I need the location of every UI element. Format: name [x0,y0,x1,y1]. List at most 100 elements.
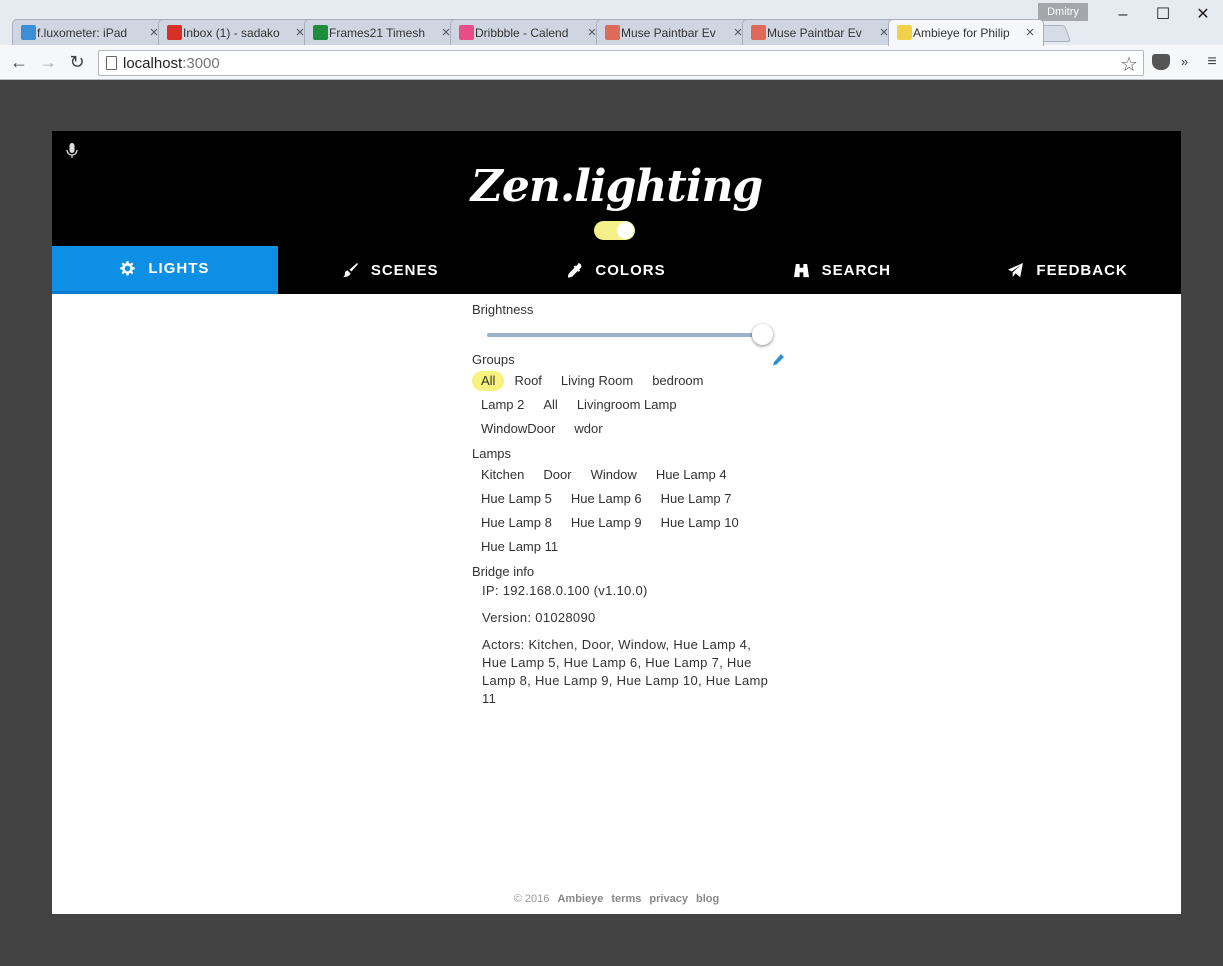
dribbble-icon [459,25,474,40]
minimize-icon[interactable]: – [1103,4,1143,26]
tab-colors-label: COLORS [595,261,666,279]
lamp-chip[interactable]: Door [534,465,580,485]
tab-feedback-label: FEEDBACK [1036,261,1128,279]
brush-icon [342,262,358,277]
brightness-slider[interactable] [487,323,773,347]
app-logo: Zen.lighting [470,161,763,212]
extensions-overflow-icon[interactable]: » [1181,51,1188,73]
flux-icon [21,25,36,40]
bookmark-star-icon[interactable]: ☆ [1120,52,1138,77]
address-bar[interactable]: localhost:3000 ☆ [98,50,1144,76]
tab-search[interactable]: SEARCH [729,246,955,294]
tab-title: Muse Paintbar Ev [621,25,716,40]
tab-title: Frames21 Timesh [329,25,426,40]
app-container: Zen.lighting LIGHTS SCENES COLORS SEARCH… [52,131,1181,914]
tab-feedback[interactable]: FEEDBACK [955,246,1181,294]
forward-icon[interactable]: → [36,51,60,73]
group-chip[interactable]: Livingroom Lamp [568,395,686,415]
tab-title: Inbox (1) - sadako [183,25,280,40]
group-chip[interactable]: All [534,395,566,415]
tab-lights[interactable]: LIGHTS [52,246,278,294]
group-chip[interactable]: Living Room [552,371,642,391]
groups-list: All Roof Living Room bedroom Lamp 2 All Living… [472,371,772,443]
page-viewport: Zen.lighting LIGHTS SCENES COLORS SEARCH… [0,80,1223,966]
url-text[interactable]: localhost:3000 [123,55,220,72]
groups-header: Groups [472,352,784,367]
slider-thumb[interactable] [752,324,773,345]
lamp-chip[interactable]: Hue Lamp 7 [652,489,741,509]
pocket-icon[interactable] [1152,51,1170,73]
footer-link-privacy[interactable]: privacy [649,893,688,905]
microphone-icon[interactable] [66,143,78,159]
sheets-icon [313,25,328,40]
back-icon[interactable]: ← [7,51,31,73]
group-chip[interactable]: Roof [505,371,550,391]
main-nav: LIGHTS SCENES COLORS SEARCH FEEDBACK [52,246,1181,294]
toggle-knob [617,222,634,239]
pencil-icon[interactable] [772,354,784,366]
bridge-info: IP: 192.168.0.100 (v1.10.0) Version: 010… [472,582,772,708]
reload-icon[interactable]: ↻ [65,51,89,73]
footer: © 2016 Ambieye terms privacy blog [52,893,1181,905]
tab-lights-label: LIGHTS [148,260,210,277]
eyedropper-icon [568,262,582,278]
lights-panel: Brightness Groups All Roof Living Room bedr… [472,294,784,717]
paper-plane-icon [1008,262,1024,277]
lamp-chip[interactable]: Hue Lamp 11 [472,537,567,557]
tab-title: Muse Paintbar Ev [767,25,862,40]
profile-badge[interactable]: Dmitry [1038,3,1088,21]
browser-tab[interactable]: Muse Paintbar Ev × [742,19,898,45]
footer-link-ambieye[interactable]: Ambieye [557,893,603,905]
browser-tabstrip: f.luxometer: iPad × Inbox (1) - sadako × Fra… [0,0,1223,46]
url-port: :3000 [182,55,220,72]
tab-title: Ambieye for Philip [913,26,1010,40]
copyright: © 2016 [513,893,550,905]
group-chip[interactable]: All [472,371,505,391]
group-chip[interactable]: wdor [565,419,611,439]
footer-link-blog[interactable]: blog [696,893,719,905]
browser-tab[interactable]: Frames21 Timesh × [304,19,460,45]
maximize-icon[interactable]: ☐ [1143,4,1183,26]
tab-close-icon[interactable]: × [1023,25,1037,40]
lamp-chip[interactable]: Hue Lamp 5 [472,489,561,509]
slider-track [487,333,762,337]
master-power-toggle[interactable] [594,221,635,240]
tab-scenes-label: SCENES [370,261,439,279]
gear-icon [120,261,136,276]
lamp-chip[interactable]: Hue Lamp 6 [562,489,651,509]
brightness-label: Brightness [472,302,534,317]
tab-scenes[interactable]: SCENES [278,246,504,294]
lamp-chip[interactable]: Hue Lamp 10 [652,513,748,533]
tab-title: f.luxometer: iPad [37,25,128,40]
lamps-label: Lamps [472,446,512,461]
browser-tab[interactable]: Inbox (1) - sadako × [158,19,314,45]
browser-tab[interactable]: Ambieye for Philip × [888,19,1044,46]
bridge-version: Version: 01028090 [482,610,596,625]
lamp-chip[interactable]: Kitchen [472,465,533,485]
browser-tab[interactable]: Muse Paintbar Ev × [596,19,752,45]
group-chip[interactable]: bedroom [643,371,712,391]
bridge-info-label: Bridge info [472,564,535,579]
page-icon [106,56,117,70]
bridge-ip: IP: 192.168.0.100 (v1.10.0) [482,583,648,598]
lamp-chip[interactable]: Hue Lamp 4 [647,465,736,485]
lamp-chip[interactable]: Window [582,465,646,485]
tab-search-label: SEARCH [821,261,891,279]
footer-link-terms[interactable]: terms [611,893,641,905]
bulb-icon [897,25,912,40]
lamp-chip[interactable]: Hue Lamp 8 [472,513,561,533]
groups-label: Groups [472,352,515,367]
menu-icon[interactable]: ≡ [1203,51,1221,73]
tab-colors[interactable]: COLORS [504,246,730,294]
browser-tab[interactable]: f.luxometer: iPad × [12,19,168,45]
tab-title: Dribbble - Calend [475,25,569,40]
group-chip[interactable]: WindowDoor [472,419,564,439]
binoculars-icon [793,263,809,277]
close-window-icon[interactable]: ✕ [1183,4,1223,26]
browser-tab[interactable]: Dribbble - Calend × [450,19,606,45]
lamp-chip[interactable]: Hue Lamp 9 [562,513,651,533]
gmail-icon [167,25,182,40]
muse-icon [751,25,766,40]
group-chip[interactable]: Lamp 2 [472,395,533,415]
app-header: Zen.lighting LIGHTS SCENES COLORS SEARCH… [52,131,1181,294]
